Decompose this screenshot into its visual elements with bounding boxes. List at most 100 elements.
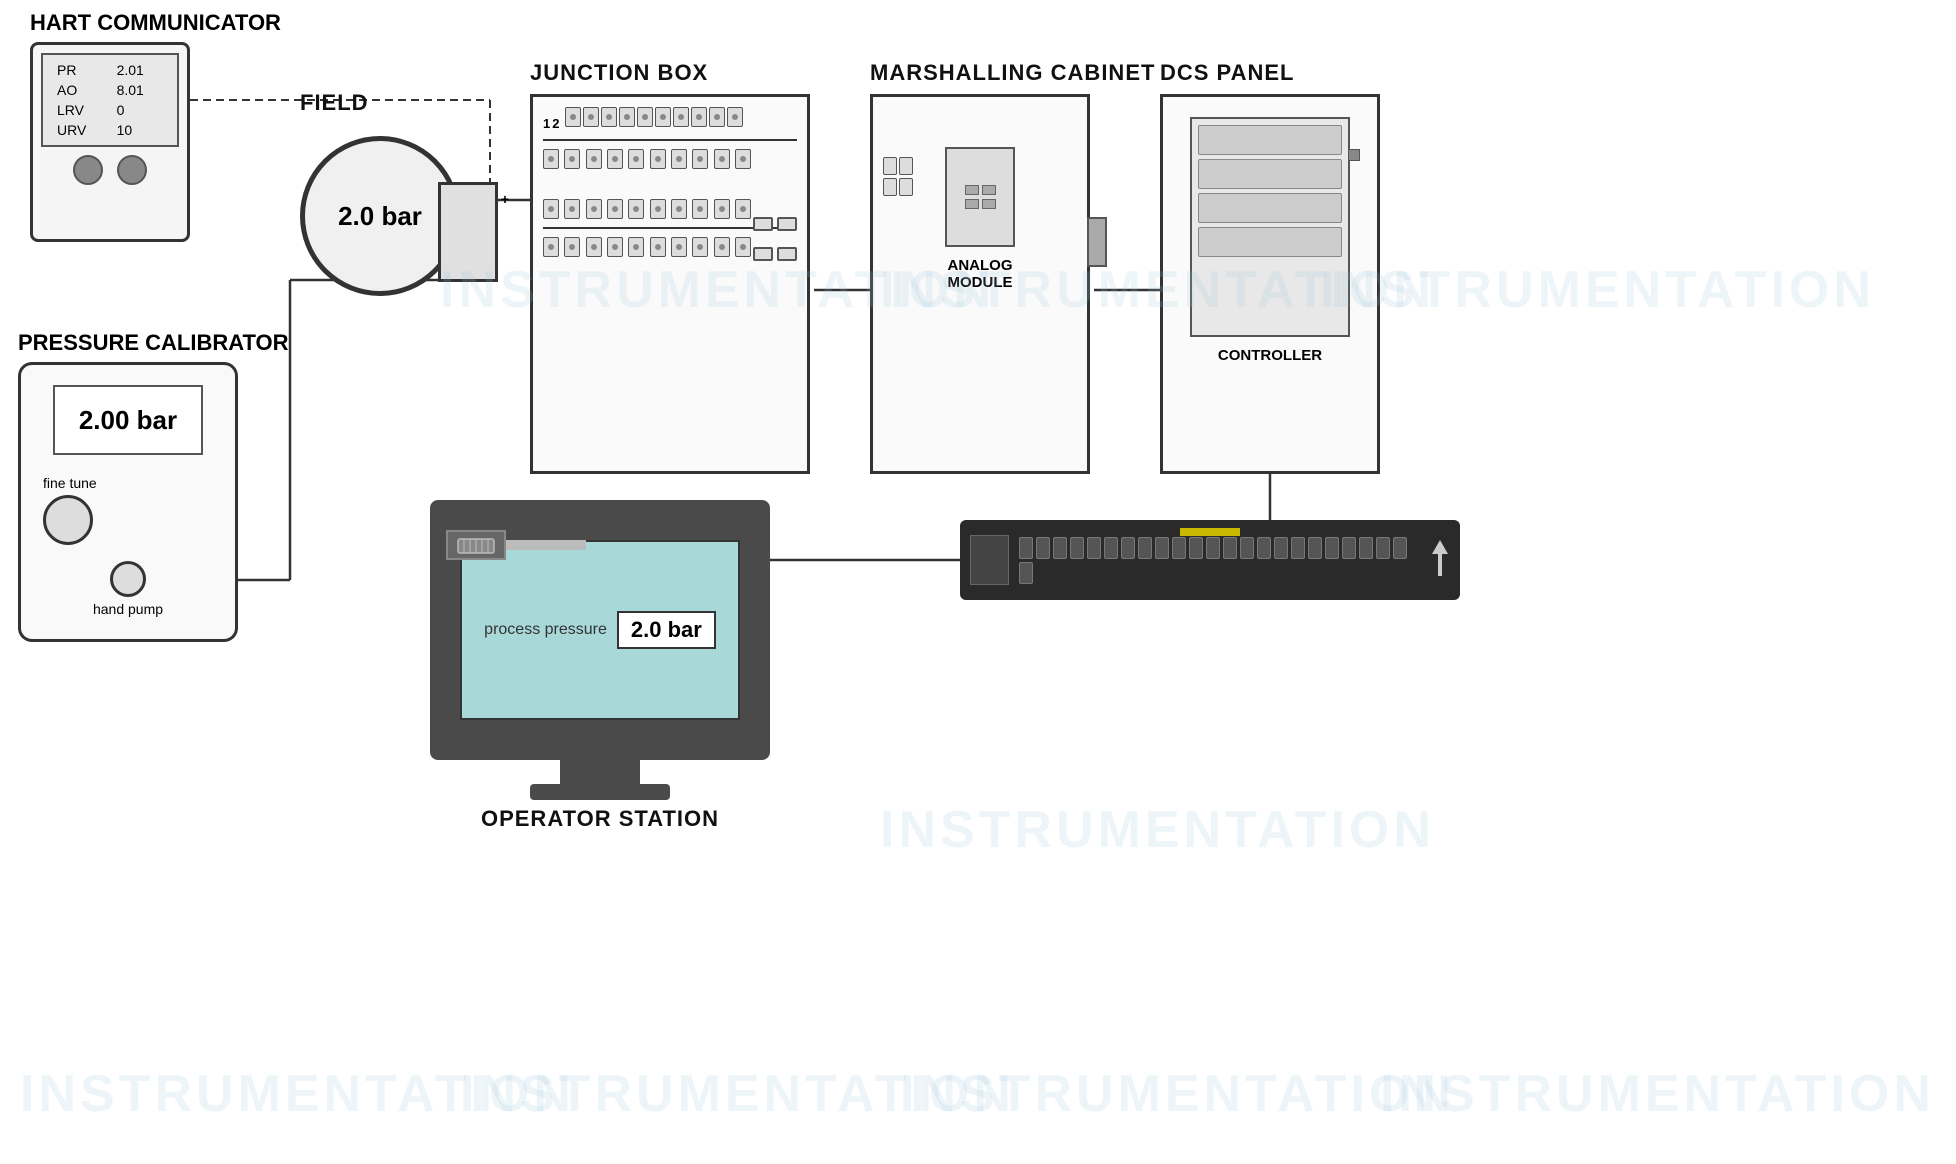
hart-value-urv: 10 <box>113 121 167 139</box>
hart-button-right[interactable] <box>117 155 147 185</box>
jb-terminal-b5 <box>628 149 644 169</box>
hart-data-table: PR 2.01 AO 8.01 LRV 0 URV 10 <box>51 59 169 141</box>
jb-terminal-7 <box>673 107 689 127</box>
switch-port-21 <box>1359 537 1373 559</box>
jb-conn-1 <box>753 217 797 231</box>
switch-port-18 <box>1308 537 1322 559</box>
jb-terminal-b3 <box>586 149 602 169</box>
dcs-inner <box>1190 117 1350 337</box>
hand-pump-label: hand pump <box>93 601 163 617</box>
hart-row-ao: AO 8.01 <box>53 81 167 99</box>
switch-left-panel <box>970 535 1009 585</box>
jb-terminal-ll3 <box>586 237 602 257</box>
watermark-2: INSTRUMENTATION <box>460 1064 1015 1124</box>
jb-terminal-ll7 <box>671 237 687 257</box>
hart-row-pr: PR 2.01 <box>53 61 167 79</box>
analog-module-box <box>945 147 1015 247</box>
monitor-base <box>530 784 670 800</box>
hart-device: PR 2.01 AO 8.01 LRV 0 URV 10 <box>30 42 190 242</box>
jb-terminal-4 <box>619 107 635 127</box>
switch-port-15 <box>1257 537 1271 559</box>
monitor-body: process pressure 2.0 bar <box>430 500 770 760</box>
hart-communicator-label: HART COMMUNICATOR <box>30 10 281 36</box>
process-value: 2.0 bar <box>617 611 716 649</box>
switch-port-10 <box>1172 537 1186 559</box>
mc-term-3 <box>883 178 897 196</box>
uplink-arrow-icon <box>1430 538 1450 578</box>
mc-io-3 <box>965 199 979 209</box>
jb-terminal-l10 <box>735 199 751 219</box>
switch-port-9 <box>1155 537 1169 559</box>
monitor-ethernet-port <box>446 530 506 560</box>
jb-terminal-b4 <box>607 149 623 169</box>
mc-term-row1 <box>883 157 913 175</box>
jb-conn-box-3 <box>753 247 773 261</box>
switch-port-11 <box>1189 537 1203 559</box>
junction-box-label: JUNCTION BOX <box>530 60 810 86</box>
jb-terminal-2 <box>583 107 599 127</box>
jb-strip-bottom <box>543 149 797 169</box>
mc-term-4 <box>899 178 913 196</box>
jb-terminal-l4 <box>607 199 623 219</box>
hart-param-urv: URV <box>53 121 111 139</box>
jb-top-strip: 1 2 <box>543 107 797 131</box>
marshalling-cabinet: MARSHALLING CABINET ANALOGMODULE <box>870 60 1155 474</box>
switch-port-24 <box>1019 562 1033 584</box>
watermark-4: INSTRUMENTATION <box>1380 1064 1935 1124</box>
jb-separator <box>543 139 797 141</box>
analog-module-label: ANALOGMODULE <box>883 257 1077 291</box>
watermark-8: INSTRUMENTATION <box>880 800 1435 860</box>
field-label: FIELD <box>300 90 460 116</box>
jb-terminal-l8 <box>692 199 708 219</box>
jb-terminal-b1 <box>543 149 559 169</box>
mc-term-1 <box>883 157 897 175</box>
jb-conn-box-4 <box>777 247 797 261</box>
dcs-panel: DCS PANEL CONTROLLER <box>1160 60 1380 474</box>
switch-body <box>960 520 1460 600</box>
process-label: process pressure <box>484 621 607 639</box>
switch-led <box>1180 528 1240 536</box>
jb-terminal-ll6 <box>650 237 666 257</box>
jb-terminal-10 <box>727 107 743 127</box>
plus-sign: + <box>501 191 509 207</box>
jb-num-2: 2 <box>552 116 559 131</box>
jb-strip-top <box>565 107 779 127</box>
switch-port-4 <box>1070 537 1084 559</box>
jb-terminal-8 <box>691 107 707 127</box>
jb-terminal-b2 <box>564 149 580 169</box>
hart-button-left[interactable] <box>73 155 103 185</box>
jb-terminal-9 <box>709 107 725 127</box>
cal-device: 2.00 bar fine tune hand pump <box>18 362 238 642</box>
junction-box: JUNCTION BOX 1 2 <box>530 60 810 474</box>
field-transmitter: + <box>438 182 498 282</box>
jb-terminal-ll10 <box>735 237 751 257</box>
jb-conn-box-1 <box>753 217 773 231</box>
jb-terminal-b10 <box>735 149 751 169</box>
hand-pump-bulb[interactable] <box>110 561 146 597</box>
switch-port-20 <box>1342 537 1356 559</box>
switch-port-17 <box>1291 537 1305 559</box>
jb-terminal-l3 <box>586 199 602 219</box>
dcs-slot-4 <box>1198 227 1342 257</box>
fine-tune-knob[interactable] <box>43 495 93 545</box>
mc-left-terminals <box>883 157 913 196</box>
mc-term-2 <box>899 157 913 175</box>
jb-num-1: 1 <box>543 116 550 131</box>
switch-port-16 <box>1274 537 1288 559</box>
jb-terminal-l5 <box>628 199 644 219</box>
jb-terminal-1 <box>565 107 581 127</box>
jb-terminal-b6 <box>650 149 666 169</box>
jb-terminal-l6 <box>650 199 666 219</box>
jb-terminal-5 <box>637 107 653 127</box>
network-switch <box>960 520 1460 600</box>
jb-terminal-ll4 <box>607 237 623 257</box>
jb-terminal-b7 <box>671 149 687 169</box>
switch-port-14 <box>1240 537 1254 559</box>
field-gauge-value: 2.0 bar <box>338 201 422 232</box>
switch-port-12 <box>1206 537 1220 559</box>
switch-port-8 <box>1138 537 1152 559</box>
dcs-panel-label: DCS PANEL <box>1160 60 1380 86</box>
jb-terminal-ll1 <box>543 237 559 257</box>
mc-device: ANALOGMODULE <box>870 94 1090 474</box>
hart-screen: PR 2.01 AO 8.01 LRV 0 URV 10 <box>41 53 179 147</box>
